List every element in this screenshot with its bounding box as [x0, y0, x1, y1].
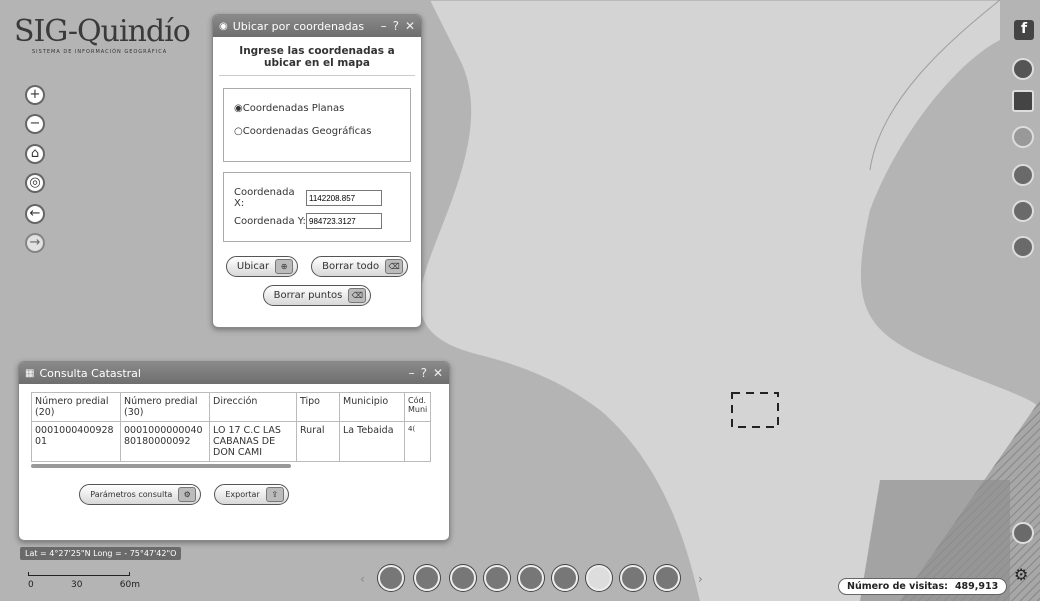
toolbar-next-button[interactable]: › [698, 572, 703, 586]
grid-icon[interactable] [552, 565, 578, 591]
catastro-table-wrap[interactable]: Número predial (20) Número predial (30) … [31, 392, 435, 468]
table-cell: 000100040092801 [31, 421, 121, 462]
youtube-icon[interactable] [1012, 90, 1034, 112]
scale-bar: 0 30 60m [28, 572, 140, 590]
radio-planas[interactable]: ◉ [234, 103, 243, 114]
home-button[interactable]: ⌂ [27, 146, 43, 162]
exportar-button[interactable]: Exportar ⇪ [214, 484, 289, 505]
coord-y-input[interactable] [306, 213, 382, 229]
table-icon[interactable] [654, 565, 680, 591]
exportar-label: Exportar [225, 490, 260, 499]
layers-icon[interactable] [1012, 126, 1034, 148]
eraser-icon: ⌫ [385, 259, 404, 274]
minimize-button[interactable]: – [381, 19, 387, 33]
catastro-panel: ▦ Consulta Catastral – ? ✕ Número predia… [18, 361, 450, 541]
forward-button[interactable]: → [27, 235, 43, 251]
coords-text: Lat = 4°27'25"N Long = - 75°47'42"O [25, 549, 177, 558]
table-row[interactable]: 000100040092801 000100000004080180000092… [31, 421, 432, 462]
scale-label: 60m [119, 580, 140, 590]
minimize-button[interactable]: – [409, 366, 415, 380]
logo-title: SIG-Quindío [14, 14, 191, 49]
radio-planas-label: Coordenadas Planas [242, 103, 345, 114]
scale-label: 30 [71, 580, 83, 590]
column-header[interactable]: Número predial (20) [31, 392, 121, 422]
search-icon[interactable] [1012, 200, 1034, 222]
visits-label: Número de visitas: [847, 581, 948, 592]
table-header-row: Número predial (20) Número predial (30) … [31, 392, 432, 422]
back-button[interactable]: ← [27, 206, 43, 222]
column-header[interactable]: Cód. Muni [403, 392, 432, 422]
help-button[interactable]: ? [421, 366, 427, 380]
ubicar-label: Ubicar [236, 261, 270, 272]
x-label: Coordenada X: [234, 187, 295, 209]
measure-icon[interactable] [414, 565, 440, 591]
coord-inputs-box: Coordenada X: Coordenada Y: [223, 172, 411, 242]
list-icon[interactable] [1012, 236, 1034, 258]
visit-counter: Número de visitas: 489,913 [838, 578, 1008, 595]
borrar-todo-button[interactable]: Borrar todo ⌫ [311, 256, 409, 277]
coord-panel-titlebar[interactable]: ◉ Ubicar por coordenadas – ? ✕ [213, 15, 421, 37]
info-icon[interactable] [1012, 164, 1034, 186]
locate-button[interactable]: ◎ [27, 175, 43, 191]
eraser-icon: ⌫ [348, 288, 367, 303]
logo: SIG-Quindío SISTEMA DE INFORMACIÓN GEOGR… [14, 14, 214, 55]
close-button[interactable]: ✕ [433, 366, 443, 380]
column-header[interactable]: Dirección [209, 392, 297, 422]
globe-icon[interactable] [450, 565, 476, 591]
export-icon: ⇪ [265, 487, 284, 502]
close-button[interactable]: ✕ [405, 19, 415, 33]
logo-subtitle: SISTEMA DE INFORMACIÓN GEOGRÁFICA [32, 49, 168, 55]
coords-readout: Lat = 4°27'25"N Long = - 75°47'42"O [20, 547, 182, 560]
zoom-in-button[interactable]: + [27, 87, 43, 103]
catastro-table: Número predial (20) Número predial (30) … [31, 392, 432, 462]
globe-outline-icon[interactable] [586, 565, 612, 591]
help-button[interactable]: ? [393, 19, 399, 33]
parametros-consulta-button[interactable]: Parámetros consulta ⚙ [79, 484, 202, 505]
radio-planas-row[interactable]: ◉Coordenadas Planas [234, 103, 400, 114]
catastro-panel-titlebar[interactable]: ▦ Consulta Catastral – ? ✕ [19, 362, 449, 384]
radio-geograficas-label: Coordenadas Geográficas [242, 126, 372, 137]
twitter-icon[interactable] [1012, 58, 1034, 80]
settings-icon: ⚙ [178, 487, 197, 502]
grid-icon: ▦ [25, 367, 35, 379]
parametros-label: Parámetros consulta [90, 490, 173, 499]
visits-value: 489,913 [954, 581, 999, 592]
facebook-icon[interactable]: f [1014, 20, 1034, 40]
y-label: Coordenada Y: [234, 215, 306, 227]
table-cell: 4( [403, 421, 432, 462]
column-header[interactable]: Tipo [296, 392, 340, 422]
radio-geograficas-row[interactable]: ○Coordenadas Geográficas [234, 126, 400, 137]
swap-icon[interactable] [518, 565, 544, 591]
coord-heading: Ingrese las coordenadas a ubicar en el m… [219, 37, 415, 76]
settings-button[interactable]: ⚙ [1014, 565, 1032, 584]
horizontal-scrollbar[interactable] [31, 464, 291, 468]
circle-icon[interactable] [484, 565, 510, 591]
ubicar-button[interactable]: Ubicar ⊕ [225, 256, 299, 277]
borrar-puntos-label: Borrar puntos [273, 290, 343, 301]
zoom-out-button[interactable]: − [27, 116, 43, 132]
coord-panel-title: Ubicar por coordenadas [232, 19, 365, 33]
table-cell: 000100000004080180000092 [120, 421, 210, 462]
coord-x-input[interactable] [306, 190, 382, 206]
table-cell: Rural [296, 421, 340, 462]
pin-icon: ⊕ [275, 259, 294, 274]
table-cell: La Tebaida [339, 421, 405, 462]
globe-button[interactable] [1012, 522, 1034, 544]
table-cell: LO 17 C.C LAS CABANAS DE DON CAMI [209, 421, 297, 462]
print-icon[interactable] [378, 565, 404, 591]
scale-label: 0 [28, 580, 34, 590]
toolbar-prev-button[interactable]: ‹ [360, 572, 365, 586]
target-icon: ◉ [219, 20, 228, 32]
column-header[interactable]: Número predial (30) [120, 392, 210, 422]
borrar-puntos-button[interactable]: Borrar puntos ⌫ [262, 285, 372, 306]
catastro-panel-title: Consulta Catastral [39, 366, 141, 380]
column-header[interactable]: Municipio [339, 392, 405, 422]
radio-geograficas[interactable]: ○ [234, 126, 243, 137]
coord-panel: ◉ Ubicar por coordenadas – ? ✕ Ingrese l… [212, 14, 422, 328]
pin-icon[interactable] [620, 565, 646, 591]
borrar-todo-label: Borrar todo [322, 261, 380, 272]
coord-type-box: ◉Coordenadas Planas ○Coordenadas Geográf… [223, 88, 411, 162]
